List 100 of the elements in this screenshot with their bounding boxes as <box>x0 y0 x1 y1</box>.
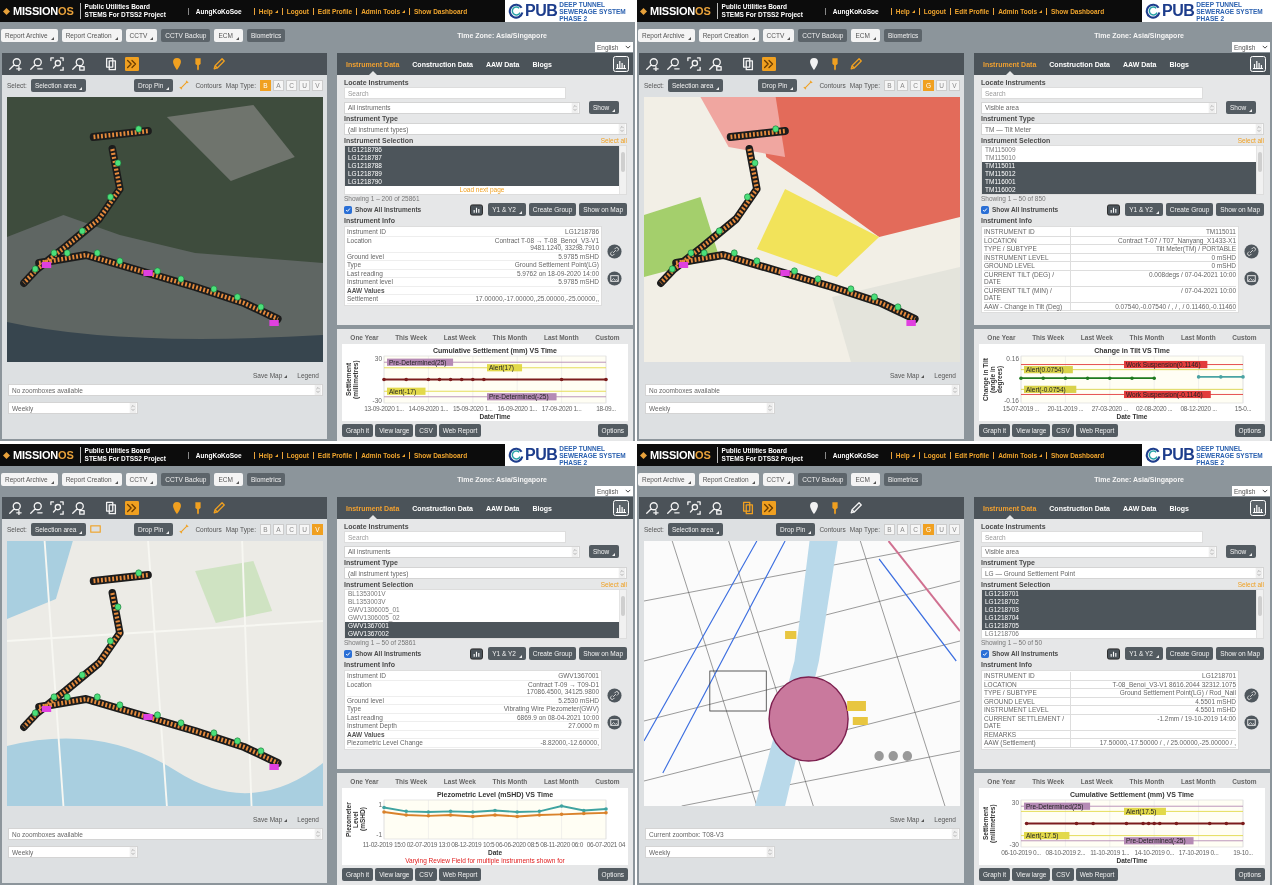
bar-chart-icon[interactable] <box>470 647 484 660</box>
logo-letters: PUB <box>525 2 558 20</box>
data-point <box>437 377 442 382</box>
zoom-extent-icon[interactable] <box>687 501 701 515</box>
dropdown-triangle-icon <box>518 211 522 214</box>
data-point <box>1041 376 1045 380</box>
image-icon[interactable] <box>607 715 622 730</box>
logo-letters: PUB <box>1162 2 1195 20</box>
diamond-icon <box>640 451 647 459</box>
scrollbar[interactable] <box>619 590 626 638</box>
image-icon[interactable] <box>1244 271 1259 286</box>
zoom-in-icon[interactable] <box>8 501 22 515</box>
data-point <box>471 377 475 382</box>
dropdown-triangle-icon <box>612 109 616 112</box>
double-chevron-icon[interactable] <box>125 501 139 515</box>
dropdown-triangle-icon <box>787 37 791 40</box>
spinner-icon <box>314 385 322 395</box>
dropdown-triangle-icon <box>235 481 239 484</box>
dropdown-triangle-icon <box>751 37 755 40</box>
spinner-icon <box>314 829 322 839</box>
dropdown-triangle-icon <box>50 37 54 40</box>
double-chevron-icon[interactable] <box>125 57 139 71</box>
map-pin-icon[interactable] <box>807 501 821 515</box>
scrollbar[interactable] <box>1256 590 1263 638</box>
dropdown-triangle-icon <box>235 37 239 40</box>
spinner-icon <box>1255 568 1263 578</box>
dropdown-triangle-icon <box>790 86 794 90</box>
zoom-area-icon[interactable] <box>708 501 722 515</box>
zoom-out-icon[interactable] <box>29 57 43 71</box>
data-point <box>1241 821 1245 826</box>
zoom-in-icon[interactable] <box>8 57 22 71</box>
link-icon[interactable] <box>607 244 622 259</box>
logo-text: MISSIONOS <box>13 5 74 17</box>
chevron-down-icon <box>625 45 631 49</box>
zoom-in-icon[interactable] <box>645 501 659 515</box>
zoom-extent-icon[interactable] <box>50 57 64 71</box>
dropdown-triangle-icon <box>518 655 522 658</box>
data-point <box>426 377 431 382</box>
map-pin-icon[interactable] <box>170 501 184 515</box>
pages-icon[interactable] <box>741 501 755 515</box>
dropdown-triangle-icon <box>716 530 720 534</box>
dropdown-triangle-icon <box>808 530 812 534</box>
chevron-down-icon <box>1262 489 1268 493</box>
zoom-extent-icon[interactable] <box>687 57 701 71</box>
spinner-icon <box>571 102 579 113</box>
zoom-out-icon[interactable] <box>29 501 43 515</box>
pencil-icon[interactable] <box>212 501 226 515</box>
zoom-area-icon[interactable] <box>708 57 722 71</box>
data-point <box>1074 821 1079 826</box>
data-point <box>1124 821 1129 826</box>
data-point <box>1019 376 1023 380</box>
swirl-icon <box>508 3 524 19</box>
dropdown-triangle-icon <box>79 530 83 534</box>
image-icon[interactable] <box>607 271 622 286</box>
zoom-area-icon[interactable] <box>71 57 85 71</box>
double-chevron-icon[interactable] <box>762 57 776 71</box>
bar-chart-icon[interactable] <box>1107 647 1121 660</box>
dropdown-triangle-icon <box>150 481 154 484</box>
dropdown-triangle-icon <box>114 481 118 484</box>
link-icon[interactable] <box>1244 688 1259 703</box>
dropdown-triangle-icon <box>921 375 925 378</box>
chevron-down-icon <box>625 489 631 493</box>
dropdown-triangle-icon <box>787 481 791 484</box>
zoom-out-icon[interactable] <box>666 501 680 515</box>
pencil-icon[interactable] <box>212 57 226 71</box>
data-point <box>1196 375 1201 379</box>
pencil-icon[interactable] <box>849 57 863 71</box>
image-icon[interactable] <box>1244 715 1259 730</box>
map-pin-icon[interactable] <box>807 57 821 71</box>
logo-text: MISSIONOS <box>650 5 711 17</box>
double-chevron-icon[interactable] <box>762 501 776 515</box>
zoom-in-icon[interactable] <box>645 57 659 71</box>
link-icon[interactable] <box>1244 244 1259 259</box>
dropdown-triangle-icon <box>166 86 170 90</box>
spinner-icon <box>1255 124 1263 134</box>
spinner-icon <box>571 546 579 557</box>
diamond-icon <box>3 7 10 15</box>
zoom-out-icon[interactable] <box>666 57 680 71</box>
scrollbar[interactable] <box>619 146 626 194</box>
bar-chart-icon[interactable] <box>1107 203 1121 216</box>
link-icon[interactable] <box>607 688 622 703</box>
dropdown-triangle-icon <box>1249 553 1253 556</box>
dropdown-triangle-icon <box>284 375 288 378</box>
map-pin-icon[interactable] <box>170 57 184 71</box>
swirl-icon <box>508 447 524 463</box>
data-point <box>559 812 564 817</box>
data-point <box>1085 376 1090 380</box>
data-point <box>1224 821 1229 826</box>
dropdown-triangle-icon <box>612 553 616 556</box>
zoom-area-icon[interactable] <box>71 501 85 515</box>
dropdown-triangle-icon <box>751 481 755 484</box>
spinner-icon <box>766 847 774 857</box>
logo-letters: PUB <box>1162 446 1195 464</box>
dropdown-triangle-icon <box>150 37 154 40</box>
bar-chart-icon[interactable] <box>470 203 484 216</box>
dropdown-triangle-icon <box>1249 109 1253 112</box>
scrollbar[interactable] <box>1256 146 1263 194</box>
zoom-extent-icon[interactable] <box>50 501 64 515</box>
data-point <box>1108 376 1112 380</box>
dropdown-triangle-icon <box>687 37 691 40</box>
